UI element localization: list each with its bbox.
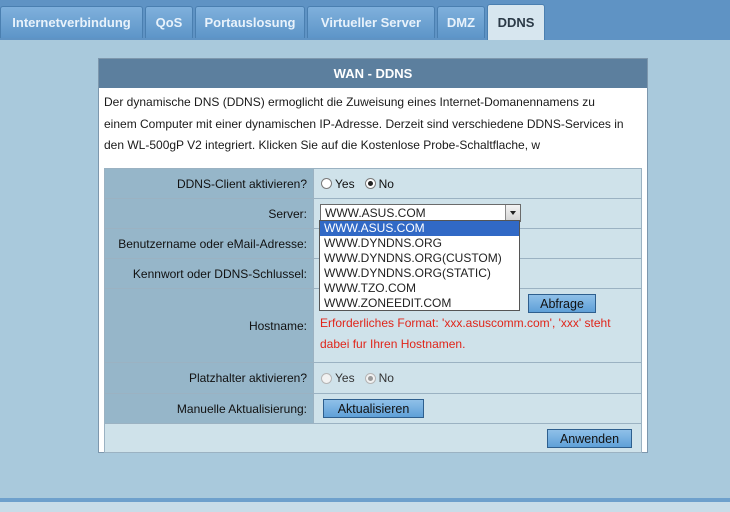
tab-virtueller-server[interactable]: Virtueller Server <box>307 6 435 38</box>
client-enable-label: DDNS-Client aktivieren? <box>105 169 314 198</box>
wildcard-no-label[interactable]: No <box>379 371 394 385</box>
row-manual-update: Manuelle Aktualisierung: Aktualisieren <box>105 394 641 424</box>
tab-qos[interactable]: QoS <box>145 6 193 38</box>
server-select-value: WWW.ASUS.COM <box>325 206 426 220</box>
tab-bar: Internetverbindung QoS Portauslosung Vir… <box>0 0 730 40</box>
password-label: Kennwort oder DDNS-Schlussel: <box>105 259 314 288</box>
wildcard-label: Platzhalter aktivieren? <box>105 363 314 393</box>
client-enable-yes-radio[interactable] <box>321 178 332 189</box>
dropdown-option[interactable]: WWW.ASUS.COM <box>320 221 519 236</box>
manual-update-cell: Aktualisieren <box>314 394 641 423</box>
dropdown-option[interactable]: WWW.ZONEEDIT.COM <box>320 296 519 311</box>
server-label: Server: <box>105 199 314 228</box>
description-line: den WL-500gP V2 integriert. Klicken Sie … <box>104 138 541 152</box>
dropdown-option[interactable]: WWW.DYNDNS.ORG(STATIC) <box>320 266 519 281</box>
update-button[interactable]: Aktualisieren <box>323 399 424 418</box>
dropdown-option[interactable]: WWW.TZO.COM <box>320 281 519 296</box>
description-line: Der dynamische DNS (DDNS) ermoglicht die… <box>104 95 595 109</box>
client-enable-yes-label[interactable]: Yes <box>335 177 355 191</box>
wildcard-options: Yes No <box>314 363 641 393</box>
row-client-enable: DDNS-Client aktivieren? Yes No <box>105 169 641 199</box>
tab-dmz[interactable]: DMZ <box>437 6 485 38</box>
hostname-label: Hostname: <box>105 289 314 362</box>
tab-ddns[interactable]: DDNS <box>487 4 545 40</box>
wildcard-yes-label[interactable]: Yes <box>335 371 355 385</box>
row-apply: Anwenden <box>105 424 641 452</box>
wildcard-no-radio[interactable] <box>364 372 376 384</box>
tab-internetverbindung[interactable]: Internetverbindung <box>0 6 143 38</box>
dropdown-option[interactable]: WWW.DYNDNS.ORG <box>320 236 519 251</box>
dropdown-option[interactable]: WWW.DYNDNS.ORG(CUSTOM) <box>320 251 519 266</box>
client-enable-options: Yes No <box>314 169 641 198</box>
wildcard-yes-radio[interactable] <box>321 372 332 384</box>
tab-portauslosung[interactable]: Portauslosung <box>195 6 305 38</box>
panel-title: WAN - DDNS <box>99 59 647 88</box>
server-dropdown-list: WWW.ASUS.COM WWW.DYNDNS.ORG WWW.DYNDNS.O… <box>319 220 520 311</box>
apply-button[interactable]: Anwenden <box>547 428 632 448</box>
manual-update-label: Manuelle Aktualisierung: <box>105 394 314 423</box>
chevron-down-icon[interactable] <box>505 205 520 221</box>
client-enable-no-radio[interactable] <box>364 178 376 189</box>
query-button[interactable]: Abfrage <box>528 294 596 313</box>
panel-description: Der dynamische DNS (DDNS) ermoglicht die… <box>99 88 647 157</box>
client-enable-no-label[interactable]: No <box>379 177 394 191</box>
hostname-hint-line: dabei fur Ihren Hostnamen. <box>320 337 466 351</box>
username-label: Benutzername oder eMail-Adresse: <box>105 229 314 258</box>
bottom-strip <box>0 502 730 512</box>
description-line: einem Computer mit einer dynamischen IP-… <box>104 116 624 131</box>
row-wildcard: Platzhalter aktivieren? Yes No <box>105 363 641 394</box>
hostname-hint-line: Erforderliches Format: 'xxx.asuscomm.com… <box>320 316 611 330</box>
